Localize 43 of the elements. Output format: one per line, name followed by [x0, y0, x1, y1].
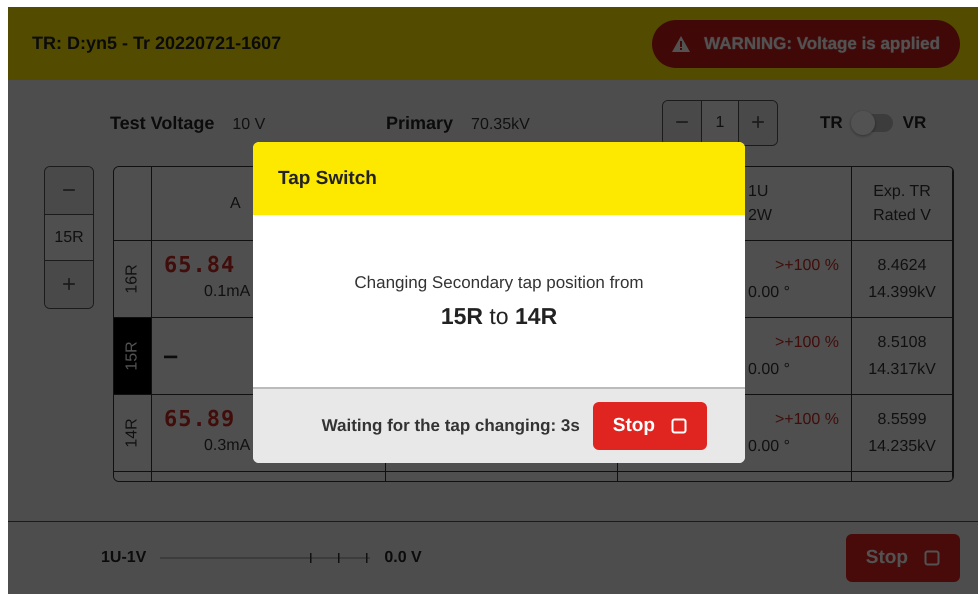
column-header: 2W — [747, 206, 773, 226]
dialog-title: Tap Switch — [253, 142, 745, 215]
ratio-value: 65.89 — [164, 406, 236, 432]
tap-change-text: 15R to 14R — [440, 302, 558, 330]
stepper-value: 1 — [701, 101, 739, 145]
square-icon — [671, 418, 687, 434]
column-header: A — [229, 194, 242, 214]
warning-text: WARNING: Voltage is applied — [704, 34, 940, 54]
column-header: Rated V — [872, 206, 932, 226]
deviation-value: >+100 % — [774, 332, 839, 353]
expected-ratio: 8.4624 — [878, 256, 926, 276]
rated-voltage: 14.317kV — [868, 360, 936, 380]
ratio-value: – — [164, 344, 178, 368]
stepper-value: 15R — [45, 214, 93, 261]
title: TR: D:yn5 - Tr 20220721-1607 — [32, 33, 282, 54]
expected-ratio: 8.5108 — [878, 332, 926, 353]
toggle-switch[interactable] — [852, 114, 893, 132]
setting-value: 70.35kV — [471, 116, 530, 134]
ratio-value: 65.84 — [164, 252, 236, 278]
voltage-reading: 0.0 V — [384, 549, 422, 567]
expected-ratio: 8.5599 — [878, 410, 926, 430]
toggle-label: VR — [902, 113, 926, 133]
square-icon — [924, 550, 940, 566]
waiting-status: Waiting for the tap changing: 3s — [322, 416, 580, 436]
toggle-label: TR — [820, 113, 843, 133]
stop-button[interactable]: Stop — [592, 402, 707, 450]
column-header: 1U — [747, 182, 770, 202]
setting-label: Primary — [386, 112, 454, 134]
phase-value: 0.00 ° — [747, 360, 791, 380]
tap-cell[interactable]: 15R — [114, 318, 152, 394]
deviation-value: >+100 % — [774, 256, 839, 276]
phase-value: 0.00 ° — [747, 437, 791, 457]
warning-icon — [672, 36, 690, 52]
rated-voltage: 14.235kV — [868, 437, 936, 457]
dialog-message: Changing Secondary tap position from — [354, 272, 644, 292]
setting-label: Test Voltage — [110, 112, 214, 134]
current-value: 0.3mA — [203, 436, 252, 456]
stop-button[interactable]: Stop — [846, 534, 960, 582]
setting-value: 10 V — [232, 116, 266, 134]
deviation-value: >+100 % — [774, 410, 839, 430]
rated-voltage: 14.399kV — [868, 283, 936, 303]
channel-label: 1U-1V — [101, 549, 146, 567]
column-header: Exp. TR — [872, 182, 932, 202]
